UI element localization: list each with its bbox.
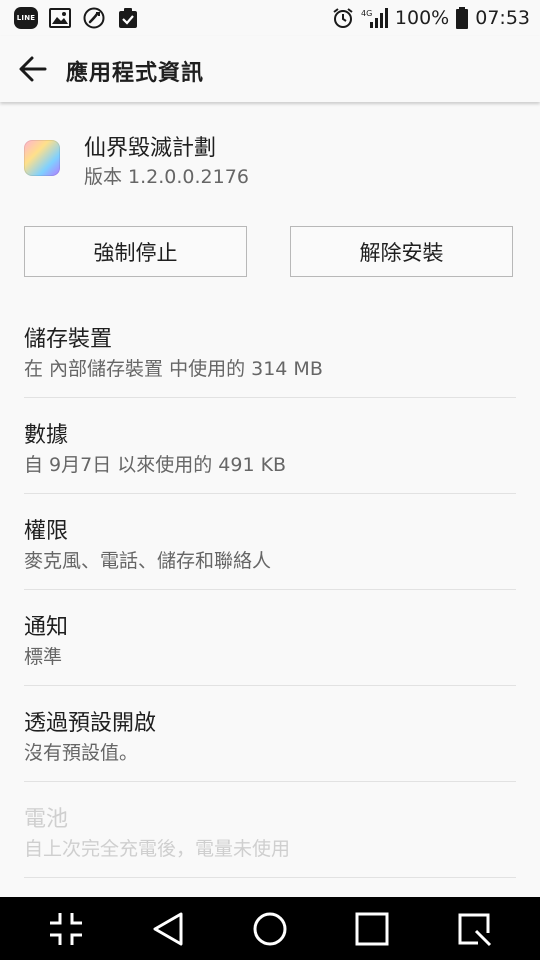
- back-button[interactable]: [18, 55, 48, 83]
- recents-square-icon: [355, 912, 389, 946]
- app-version: 版本 1.2.0.0.2176: [84, 166, 249, 188]
- force-stop-button[interactable]: 強制停止: [24, 226, 247, 277]
- qslide-icon: [458, 913, 492, 947]
- compress-icon: [50, 913, 82, 945]
- navigation-bar: [0, 897, 540, 960]
- back-triangle-icon: [153, 912, 183, 946]
- line-icon: LINE: [14, 7, 38, 29]
- gallery-icon: [48, 7, 72, 29]
- home-button[interactable]: [250, 909, 290, 949]
- back-nav-button[interactable]: [148, 909, 188, 949]
- item-subtitle: 自 9月7日 以來使用的 491 KB: [24, 454, 287, 476]
- item-title: 通知: [24, 615, 69, 640]
- arrow-left-icon: [19, 56, 47, 82]
- settings-list: 儲存裝置 在 內部儲存裝置 中使用的 314 MB 數據 自 9月7日 以來使用…: [24, 302, 516, 878]
- qslide-button[interactable]: [454, 909, 494, 949]
- alarm-icon: [331, 7, 355, 29]
- list-item-data[interactable]: 數據 自 9月7日 以來使用的 491 KB: [24, 398, 516, 494]
- task-icon: [116, 7, 140, 29]
- app-header: 仙界毀滅計劃 版本 1.2.0.0.2176: [0, 120, 540, 204]
- item-title: 儲存裝置: [24, 327, 113, 352]
- missed-call-icon: [82, 7, 106, 29]
- app-icon: [24, 140, 60, 176]
- signal-icon: 4G: [361, 7, 389, 29]
- list-item-permissions[interactable]: 權限 麥克風、電話、儲存和聯絡人: [24, 494, 516, 590]
- item-title: 電池: [24, 807, 69, 832]
- item-subtitle: 標準: [24, 646, 63, 668]
- clock: 07:53: [475, 7, 530, 29]
- item-title: 權限: [24, 519, 69, 544]
- battery-percent: 100%: [394, 7, 450, 29]
- list-item-open-by-default[interactable]: 透過預設開啟 沒有預設值。: [24, 686, 516, 782]
- app-bar: 應用程式資訊: [0, 36, 540, 102]
- item-title: 數據: [24, 423, 69, 448]
- item-subtitle: 在 內部儲存裝置 中使用的 314 MB: [24, 358, 323, 380]
- item-subtitle: 沒有預設值。: [24, 742, 139, 764]
- app-name: 仙界毀滅計劃: [84, 136, 217, 161]
- list-item-notifications[interactable]: 通知 標準: [24, 590, 516, 686]
- home-circle-icon: [253, 912, 287, 946]
- battery-icon: [455, 7, 469, 29]
- compress-button[interactable]: [46, 909, 86, 949]
- list-item-storage[interactable]: 儲存裝置 在 內部儲存裝置 中使用的 314 MB: [24, 302, 516, 398]
- list-item-battery: 電池 自上次完全充電後，電量未使用: [24, 782, 516, 878]
- uninstall-button[interactable]: 解除安裝: [290, 226, 513, 277]
- network-type: 4G: [361, 9, 372, 18]
- page-title: 應用程式資訊: [66, 61, 205, 86]
- item-title: 透過預設開啟: [24, 711, 157, 736]
- status-bar: LINE 4G 100% 07:53: [0, 0, 540, 36]
- item-subtitle: 麥克風、電話、儲存和聯絡人: [24, 550, 272, 572]
- line-label: LINE: [14, 7, 38, 29]
- item-subtitle: 自上次完全充電後，電量未使用: [24, 838, 291, 860]
- recents-button[interactable]: [352, 909, 392, 949]
